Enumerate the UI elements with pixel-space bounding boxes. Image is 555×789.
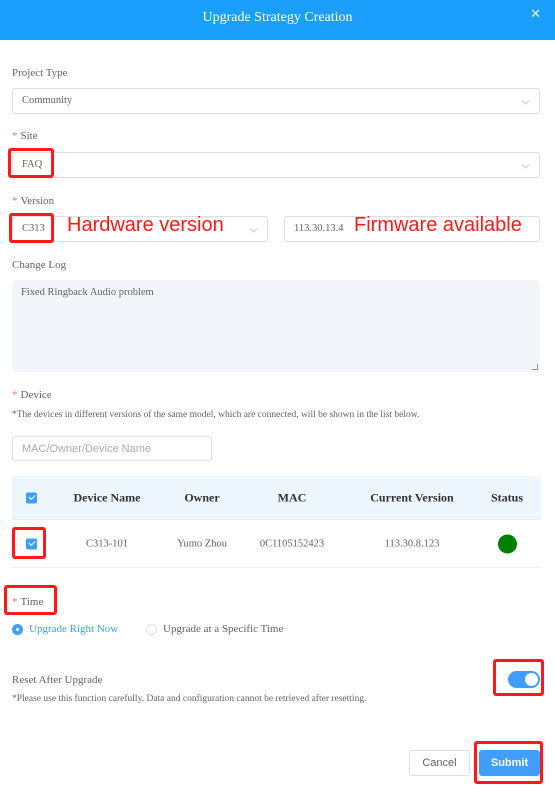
device-name-cell: C313-101 [86, 538, 128, 549]
project-type-label: Project Type [12, 67, 68, 79]
reset-label: Reset After Upgrade [12, 674, 103, 686]
column-header-current-version: Current Version [370, 490, 454, 504]
table-header: Device Name Owner MAC Current Version St… [12, 476, 541, 520]
column-header-status: Status [490, 490, 523, 504]
site-label: * Site [12, 130, 38, 142]
radio-label: Upgrade Right Now [29, 623, 119, 635]
resize-handle-icon[interactable] [532, 364, 538, 370]
dialog-title: Upgrade Strategy Creation [202, 10, 353, 25]
hardware-version-value: C313 [22, 223, 45, 234]
site-select[interactable]: FAQ [12, 152, 540, 178]
radio-label: Upgrade at a Specific Time [163, 623, 284, 635]
row-checkbox[interactable] [26, 538, 37, 549]
chevron-down-icon [521, 96, 530, 105]
radio-checked-icon [12, 624, 23, 635]
device-table: Device Name Owner MAC Current Version St… [12, 476, 541, 568]
device-search-input[interactable] [12, 436, 212, 461]
chevron-down-icon [521, 160, 530, 169]
change-log-textarea[interactable]: Fixed Ringback Audio problem [12, 280, 540, 372]
select-all-checkbox[interactable] [26, 492, 37, 503]
project-type-select[interactable]: Community [12, 88, 540, 114]
required-mark: * [12, 130, 18, 142]
site-value: FAQ [22, 159, 43, 170]
chevron-down-icon [249, 224, 258, 233]
close-icon[interactable]: ✕ [530, 7, 541, 22]
time-label: * Time [12, 596, 43, 608]
time-label-text: Time [20, 596, 44, 608]
reset-hint: *Please use this function carefully. Dat… [12, 694, 367, 704]
device-label: * Device [12, 389, 52, 401]
annotation-hardware-version: Hardware version [67, 214, 224, 236]
annotation-firmware-available: Firmware available [354, 214, 522, 236]
column-header-device-name: Device Name [73, 490, 141, 504]
status-online-icon [497, 534, 517, 553]
mac-cell: 0C1105152423 [259, 538, 325, 549]
required-mark: * [12, 596, 18, 608]
version-label: * Version [12, 195, 54, 207]
device-hint: *The devices in different versions of th… [12, 410, 420, 420]
device-label-text: Device [20, 389, 52, 401]
change-log-value: Fixed Ringback Audio problem [21, 287, 154, 298]
owner-cell: Yumo Zhou [177, 538, 227, 549]
current-version-cell: 113.30.8.123 [384, 538, 440, 549]
project-type-value: Community [22, 95, 73, 106]
column-header-mac: MAC [277, 490, 307, 504]
change-log-label: Change Log [12, 259, 67, 271]
cancel-button[interactable]: Cancel [409, 750, 470, 776]
required-mark: * [12, 195, 18, 207]
site-label-text: Site [20, 130, 38, 142]
firmware-version-value: 113.30.13.4 [294, 223, 344, 234]
radio-unchecked-icon [146, 624, 157, 635]
version-label-text: Version [20, 195, 55, 207]
submit-button[interactable]: Submit [479, 750, 540, 776]
required-mark: * [12, 389, 18, 401]
dialog-header: Upgrade Strategy Creation ✕ [0, 0, 555, 40]
toggle-knob [525, 673, 538, 686]
status-cell [477, 534, 537, 553]
reset-toggle[interactable] [508, 671, 540, 688]
table-row[interactable]: C313-101 Yumo Zhou 0C1105152423 113.30.8… [12, 520, 541, 568]
column-header-owner: Owner [184, 490, 220, 504]
